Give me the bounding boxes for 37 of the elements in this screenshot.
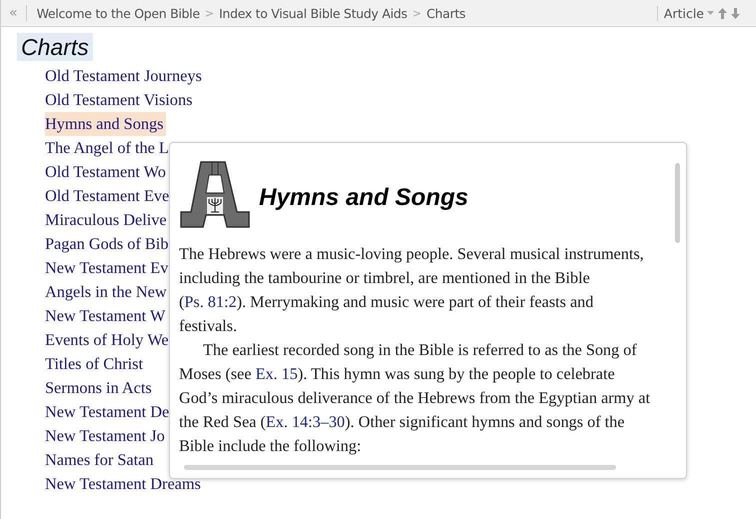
chart-link[interactable]: Hymns and Songs [45,112,166,136]
chart-link[interactable]: Titles of Christ [45,352,146,376]
chart-link[interactable]: Miraculous Delive [45,208,169,232]
page-heading: Charts [17,33,93,61]
chart-link[interactable]: Angels in the New [45,280,169,304]
verse-link[interactable]: Ex. 14:3–30 [266,413,345,431]
down-arrow-icon[interactable] [731,8,740,18]
scrollbar[interactable] [184,465,616,470]
chart-link[interactable]: New Testament Ev [45,256,170,280]
view-dropdown[interactable]: Article [664,6,714,20]
chart-link[interactable]: New Testament Dreams [45,472,203,496]
chart-link[interactable]: New Testament Jo [45,424,167,448]
caret-icon [707,11,714,15]
chart-link[interactable]: Events of Holy We [45,328,171,352]
breadcrumb-link[interactable]: Index to Visual Bible Study Aids [218,6,408,20]
chart-link[interactable]: New Testament De [45,400,172,424]
scrollbar[interactable] [675,163,680,243]
breadcrumb-link[interactable]: Welcome to the Open Bible [36,6,200,20]
paragraph: The earliest recorded song in the Bible is referred to as the Song of Moses (see Ex. 15). This hymn was sung by the people to celebrate God’s miraculous deliverance of the Hebrews from the Egyptian army at the Red Sea (Ex. 14:3–30). Other significant hymns and songs of the Bible include the following: [179,340,652,457]
chart-link[interactable]: The Angel of the L [45,136,171,160]
verse-link[interactable]: Ex. 15 [255,365,298,383]
chart-link[interactable]: Pagan Gods of Bib [45,232,170,256]
breadcrumb-separator: > [204,6,214,20]
popup-title: Hymns and Songs [259,184,468,212]
verse-link[interactable]: Ps. 81:2 [184,293,237,311]
chart-link[interactable]: Names for Satan [45,448,156,472]
up-arrow-icon[interactable] [718,8,727,18]
letter-a-menorah-drawing [179,161,251,228]
breadcrumb-separator: > [412,6,422,20]
chart-link[interactable]: Old Testament Journeys [45,64,204,88]
chart-link[interactable]: Old Testament Visions [45,88,194,112]
chart-link[interactable]: New Testament W [45,304,168,328]
chart-link[interactable]: Old Testament Eve [45,184,172,208]
chart-link[interactable]: Old Testament Wo [45,160,168,184]
paragraph: The Hebrews were a music-loving people. Several musical instruments, including the tambourine or timbrel, are mentioned in the Bible (Ps. 81:2). Merrymaking and music were part of their feasts and festivals. [179,244,645,337]
chart-link[interactable]: Sermons in Acts [45,376,154,400]
breadcrumb-link[interactable]: Charts [426,6,466,20]
